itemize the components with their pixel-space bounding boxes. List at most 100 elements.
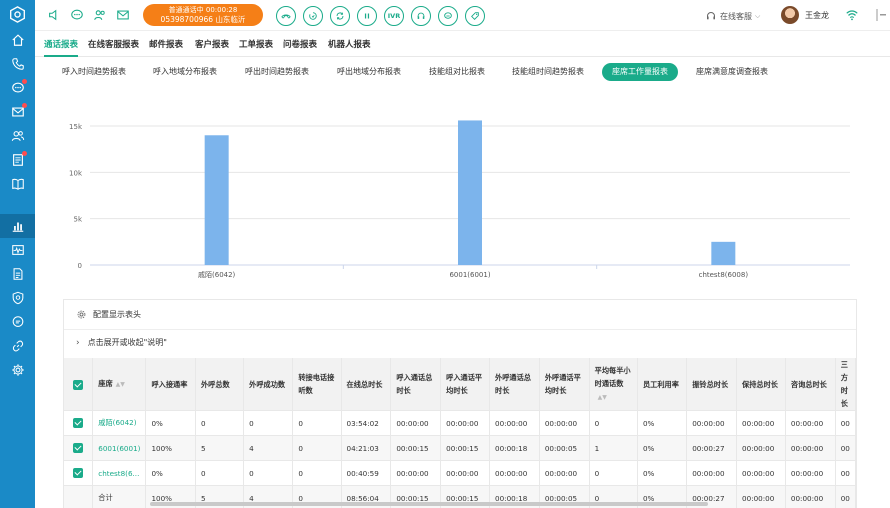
pause-button[interactable]	[357, 6, 377, 26]
column-header: 保持总时长	[736, 358, 786, 411]
sidebar-item-security[interactable]	[0, 286, 35, 310]
table-cell: 00:00:27	[686, 435, 738, 461]
sidebar-item-mail[interactable]	[0, 100, 35, 124]
table-cell: 0	[292, 435, 342, 461]
table-cell: 00:40:59	[341, 460, 392, 486]
hold-icon	[309, 12, 317, 20]
minimize-icon[interactable]	[875, 8, 887, 22]
sidebar-item-messages[interactable]	[0, 310, 35, 334]
agent-status-dropdown[interactable]: 在线客服 ⌵	[705, 10, 760, 22]
sidebar-item-knowledge[interactable]	[0, 172, 35, 196]
subtab-inbound-time-trend[interactable]: 呼入时间趋势报表	[52, 63, 136, 81]
tab-online-service-report[interactable]: 在线客服报表	[88, 38, 139, 50]
sidebar-item-tickets[interactable]	[0, 148, 35, 172]
subtab-agent-workload[interactable]: 座席工作量报表	[602, 63, 678, 81]
y-tick-label: 15k	[69, 123, 83, 131]
column-header: 员工利用率	[637, 358, 688, 411]
table-cell: 0%	[637, 410, 688, 436]
bar[interactable]	[204, 135, 229, 265]
column-header: 呼入通话平均时长	[440, 358, 490, 411]
group-icon[interactable]	[93, 8, 107, 22]
chat-button[interactable]	[438, 6, 458, 26]
transfer-button[interactable]	[330, 6, 350, 26]
table-cell	[64, 485, 94, 508]
agent-link[interactable]: 6001(6001)	[92, 435, 147, 461]
logo-icon	[10, 6, 25, 23]
table-cell: 00	[835, 460, 856, 486]
subtab-outbound-time-trend[interactable]: 呼出时间趋势报表	[235, 63, 319, 81]
table-cell: 00:00:00	[539, 410, 590, 436]
bar[interactable]	[711, 241, 736, 265]
users-icon	[11, 131, 24, 142]
table-cell: 00:00:15	[440, 435, 490, 461]
tab-call-report[interactable]: 通话报表	[44, 38, 79, 57]
sort-icon[interactable]: ▲▼	[116, 378, 125, 391]
table-cell: 04:21:03	[341, 435, 392, 461]
table-cell: 00:00:00	[736, 460, 786, 486]
sidebar-item-reports[interactable]	[0, 214, 35, 238]
subtab-skill-group-trend[interactable]: 技能组时间趋势报表	[502, 63, 594, 81]
subtab-agent-satisfaction[interactable]: 座席满意度调查报表	[686, 63, 778, 81]
x-tick-label: 戚陌(6042)	[198, 270, 236, 279]
sidebar-item-monitor[interactable]	[0, 238, 35, 262]
call-status-pill[interactable]: 普通通话中 00:00:28 05398700966 山东临沂	[143, 4, 263, 26]
mail-icon[interactable]	[116, 8, 130, 22]
table-cell: 00:00:00	[440, 410, 490, 436]
sidebar-item-chat[interactable]	[0, 76, 35, 100]
table-cell: 00:00:00	[686, 460, 738, 486]
table-cell: 00:00:00	[440, 460, 490, 486]
select-all-checkbox[interactable]	[64, 358, 94, 411]
table-cell: 1	[589, 435, 638, 461]
table-cell: 00:00:00	[539, 460, 590, 486]
hold-button[interactable]	[303, 6, 323, 26]
consult-button[interactable]	[411, 6, 431, 26]
table-cell: 03:54:02	[341, 410, 392, 436]
gear-icon	[77, 310, 86, 319]
tab-robot-report[interactable]: 机器人报表	[328, 38, 371, 50]
tab-survey-report[interactable]: 问卷报表	[283, 38, 317, 50]
monitor-wave-icon	[11, 245, 24, 255]
subtab-inbound-region[interactable]: 呼入地域分布报表	[143, 63, 227, 81]
agent-workload-table: 座席 ▲▼ 呼入接通率 外呼总数 外呼成功数 转接电话接听数 在线总时长 呼入通话…	[64, 358, 856, 508]
sidebar-item-customers[interactable]	[0, 124, 35, 148]
tab-mail-report[interactable]: 邮件报表	[149, 38, 183, 50]
column-header[interactable]: 平均每半小时通话数▲▼	[589, 358, 638, 411]
bar[interactable]	[458, 120, 482, 265]
avatar[interactable]	[781, 6, 799, 24]
sidebar-item-phone[interactable]	[0, 52, 35, 76]
sidebar-item-records[interactable]	[0, 262, 35, 286]
hangup-button[interactable]	[276, 6, 296, 26]
speaker-icon[interactable]	[47, 8, 61, 22]
agent-status-label: 在线客服	[720, 11, 752, 21]
column-header[interactable]: 座席 ▲▼	[92, 358, 147, 411]
table-cell: 5	[195, 435, 245, 461]
row-checkbox[interactable]	[64, 410, 94, 436]
agent-link[interactable]: chtest8(6...	[92, 460, 147, 486]
configure-columns-button[interactable]: 配置显示表头	[64, 300, 856, 330]
sidebar-item-home[interactable]	[0, 28, 35, 52]
workload-bar-chart: 0 5k 10k 15k 戚陌(6042) 6001(6001) chtest8(6008)	[69, 120, 850, 279]
book-icon	[11, 178, 24, 190]
sidebar-item-settings[interactable]	[0, 358, 35, 382]
agent-link[interactable]: 戚陌(6042)	[92, 410, 147, 436]
satisfaction-button[interactable]	[465, 6, 485, 26]
wifi-icon	[846, 10, 858, 21]
horizontal-scrollbar[interactable]	[150, 502, 708, 506]
headset-icon	[707, 12, 715, 20]
sort-icon[interactable]: ▲▼	[598, 391, 607, 404]
ivr-button[interactable]: IVR	[384, 6, 404, 26]
chevron-right-icon: ›	[76, 337, 80, 348]
row-checkbox[interactable]	[64, 460, 94, 486]
subtab-outbound-region[interactable]: 呼出地域分布报表	[327, 63, 411, 81]
table-cell: 0	[243, 460, 294, 486]
tab-customer-report[interactable]: 客户报表	[195, 38, 229, 50]
chat-icon[interactable]	[70, 8, 84, 22]
subtab-skill-group-compare[interactable]: 技能组对比报表	[419, 63, 495, 81]
expand-description-toggle[interactable]: › 点击展开或收起"说明"	[64, 330, 856, 355]
table-cell: 0	[589, 410, 638, 436]
sidebar-item-integrations[interactable]	[0, 334, 35, 358]
table-cell: 00	[835, 435, 856, 461]
table-cell: 00:00:00	[736, 410, 786, 436]
tab-ticket-report[interactable]: 工单报表	[239, 38, 273, 50]
row-checkbox[interactable]	[64, 435, 94, 461]
